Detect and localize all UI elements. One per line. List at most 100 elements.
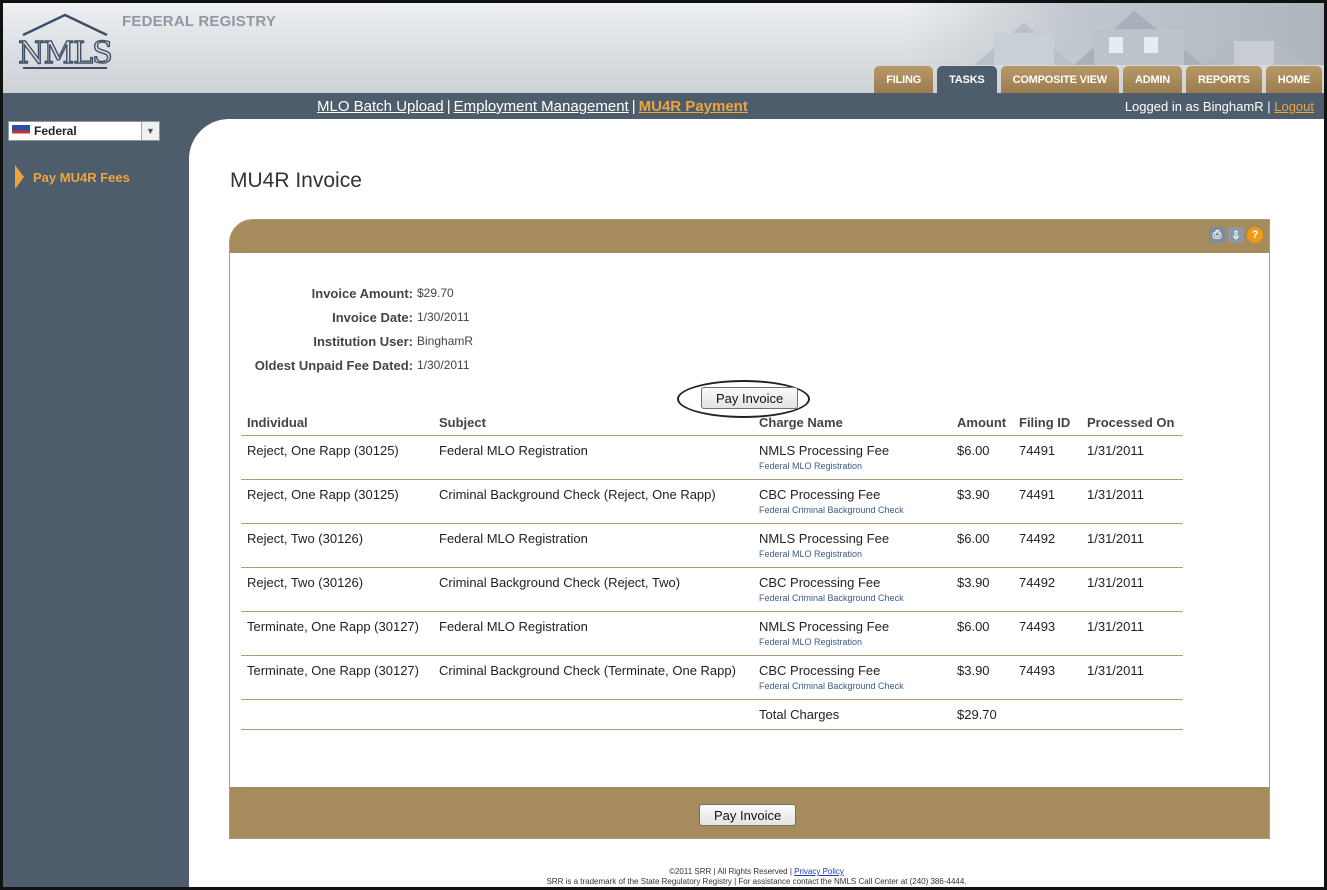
- cell-subject: Federal MLO Registration: [433, 523, 753, 568]
- sidebar-item-label: Pay MU4R Fees: [33, 169, 130, 185]
- invoice-amount-label: Invoice Amount:: [311, 286, 413, 301]
- cell-subject: Criminal Background Check (Terminate, On…: [433, 655, 753, 700]
- cell-empty: [433, 699, 753, 730]
- export-icon[interactable]: ⇩: [1228, 227, 1244, 243]
- cell-individual: Terminate, One Rapp (30127): [241, 655, 433, 700]
- cell-empty: [241, 699, 433, 730]
- cell-subject: Criminal Background Check (Reject, Two): [433, 567, 753, 612]
- charge-name: CBC Processing Fee: [759, 574, 881, 590]
- nmls-logo: NMLS: [18, 13, 113, 71]
- copyright-text: ©2011 SRR | All Rights Reserved |: [669, 867, 792, 876]
- charge-name: NMLS Processing Fee: [759, 442, 890, 458]
- cell-amount: $3.90: [951, 567, 1013, 612]
- tab-admin[interactable]: ADMIN: [1122, 66, 1183, 93]
- cell-processed-on: 1/31/2011: [1081, 479, 1183, 524]
- total-row: Total Charges $29.70: [241, 699, 1183, 730]
- footer-line-1: ©2011 SRR | All Rights Reserved | Privac…: [189, 867, 1324, 877]
- info-row: Institution User: BinghamR: [237, 334, 473, 358]
- cell-empty: [1081, 699, 1183, 730]
- registry-select[interactable]: Federal ▼: [8, 121, 160, 141]
- sidebar-item-pay-mu4r-fees[interactable]: Pay MU4R Fees: [15, 165, 130, 189]
- tab-tasks[interactable]: TASKS: [937, 66, 997, 93]
- cell-charge: CBC Processing Fee Federal Criminal Backg…: [753, 479, 951, 524]
- cell-individual: Terminate, One Rapp (30127): [241, 611, 433, 656]
- panel-header: ⎙ ⇩ ?: [230, 220, 1269, 253]
- charge-name: NMLS Processing Fee: [759, 618, 890, 634]
- help-icon[interactable]: ?: [1247, 227, 1263, 243]
- col-header-individual[interactable]: Individual: [241, 409, 433, 436]
- charge-name: NMLS Processing Fee: [759, 530, 890, 546]
- charge-subtitle: Federal MLO Registration: [759, 548, 863, 559]
- cell-amount: $6.00: [951, 523, 1013, 568]
- link-employment-management[interactable]: Employment Management: [454, 98, 629, 115]
- cell-subject: Federal MLO Registration: [433, 435, 753, 480]
- charges-table: Individual Subject Charge Name Amount Fi…: [241, 409, 1183, 730]
- privacy-policy-link[interactable]: Privacy Policy: [794, 867, 844, 876]
- invoice-date-label: Invoice Date:: [332, 310, 413, 325]
- subnav-links: MLO Batch Upload | Employment Management | M…: [317, 98, 748, 115]
- us-flag-icon: [12, 125, 30, 137]
- oldest-unpaid-value: 1/30/2011: [417, 358, 470, 372]
- col-header-charge-name[interactable]: Charge Name: [753, 409, 951, 436]
- logout-link[interactable]: Logout: [1274, 99, 1314, 114]
- tab-reports[interactable]: REPORTS: [1186, 66, 1262, 93]
- charge-subtitle: Federal MLO Registration: [759, 636, 863, 647]
- panel-toolbar: ⎙ ⇩ ?: [1209, 227, 1263, 243]
- cell-processed-on: 1/31/2011: [1081, 435, 1183, 480]
- cell-individual: Reject, Two (30126): [241, 523, 433, 568]
- info-row: Oldest Unpaid Fee Dated: 1/30/2011: [237, 358, 473, 382]
- tab-home[interactable]: HOME: [1265, 66, 1322, 93]
- printer-icon[interactable]: ⎙: [1209, 227, 1225, 243]
- col-header-subject[interactable]: Subject: [433, 409, 753, 436]
- cell-filing-id: 74492: [1013, 567, 1081, 612]
- cell-charge: CBC Processing Fee Federal Criminal Backg…: [753, 655, 951, 700]
- table-row: Terminate, One Rapp (30127) Federal MLO …: [241, 611, 1183, 656]
- charge-name: CBC Processing Fee: [759, 662, 881, 678]
- cell-amount: $3.90: [951, 655, 1013, 700]
- registry-title: FEDERAL REGISTRY: [122, 13, 277, 30]
- link-mlo-batch-upload[interactable]: MLO Batch Upload: [317, 98, 444, 115]
- invoice-summary: Invoice Amount: $29.70 Invoice Date: 1/3…: [237, 286, 473, 382]
- charge-subtitle: Federal Criminal Background Check: [759, 680, 904, 691]
- arrow-right-icon: [15, 165, 24, 189]
- cell-individual: Reject, One Rapp (30125): [241, 435, 433, 480]
- tab-filing[interactable]: FILING: [874, 66, 934, 93]
- cell-processed-on: 1/31/2011: [1081, 567, 1183, 612]
- link-mu4r-payment[interactable]: MU4R Payment: [639, 98, 748, 115]
- registry-select-value: Federal: [34, 124, 77, 138]
- col-header-amount[interactable]: Amount: [951, 409, 1013, 436]
- charge-subtitle: Federal MLO Registration: [759, 460, 863, 471]
- footer-line-2: SRR is a trademark of the State Regulato…: [546, 877, 967, 886]
- cell-individual: Reject, One Rapp (30125): [241, 479, 433, 524]
- login-status: Logged in as BinghamR | Logout: [1125, 99, 1314, 114]
- cell-filing-id: 74493: [1013, 655, 1081, 700]
- sidebar: [3, 119, 189, 887]
- table-row: Reject, Two (30126) Criminal Background …: [241, 567, 1183, 612]
- cell-filing-id: 74491: [1013, 435, 1081, 480]
- cell-charge: NMLS Processing Fee Federal MLO Registrat…: [753, 611, 951, 656]
- table-row: Terminate, One Rapp (30127) Criminal Bac…: [241, 655, 1183, 700]
- institution-user-value: BinghamR: [417, 334, 474, 348]
- cell-subject: Criminal Background Check (Reject, One R…: [433, 479, 753, 524]
- cell-empty: [1013, 699, 1081, 730]
- app-window: NMLS FEDERAL REGISTRY FILING TASKS COMPO…: [0, 0, 1327, 890]
- pay-invoice-button-bottom[interactable]: Pay Invoice: [699, 804, 797, 826]
- col-header-filing-id[interactable]: Filing ID: [1013, 409, 1081, 436]
- chevron-down-icon[interactable]: ▼: [141, 122, 159, 140]
- cell-processed-on: 1/31/2011: [1081, 523, 1183, 568]
- invoice-amount-value: $29.70: [417, 286, 454, 300]
- main-tabs: FILING TASKS COMPOSITE VIEW ADMIN REPORT…: [874, 66, 1322, 93]
- col-header-processed-on[interactable]: Processed On: [1081, 409, 1183, 436]
- tab-composite-view[interactable]: COMPOSITE VIEW: [1000, 66, 1119, 93]
- logged-in-text: Logged in as BinghamR: [1124, 99, 1264, 114]
- header-house-image: [904, 3, 1324, 65]
- separator: |: [631, 98, 636, 115]
- cell-charge: NMLS Processing Fee Federal MLO Registrat…: [753, 435, 951, 480]
- cell-filing-id: 74491: [1013, 479, 1081, 524]
- total-charges-label: Total Charges: [753, 699, 951, 730]
- cell-filing-id: 74492: [1013, 523, 1081, 568]
- charge-subtitle: Federal Criminal Background Check: [759, 504, 904, 515]
- pay-invoice-button-top[interactable]: Pay Invoice: [701, 387, 799, 409]
- cell-filing-id: 74493: [1013, 611, 1081, 656]
- cell-charge: CBC Processing Fee Federal Criminal Backg…: [753, 567, 951, 612]
